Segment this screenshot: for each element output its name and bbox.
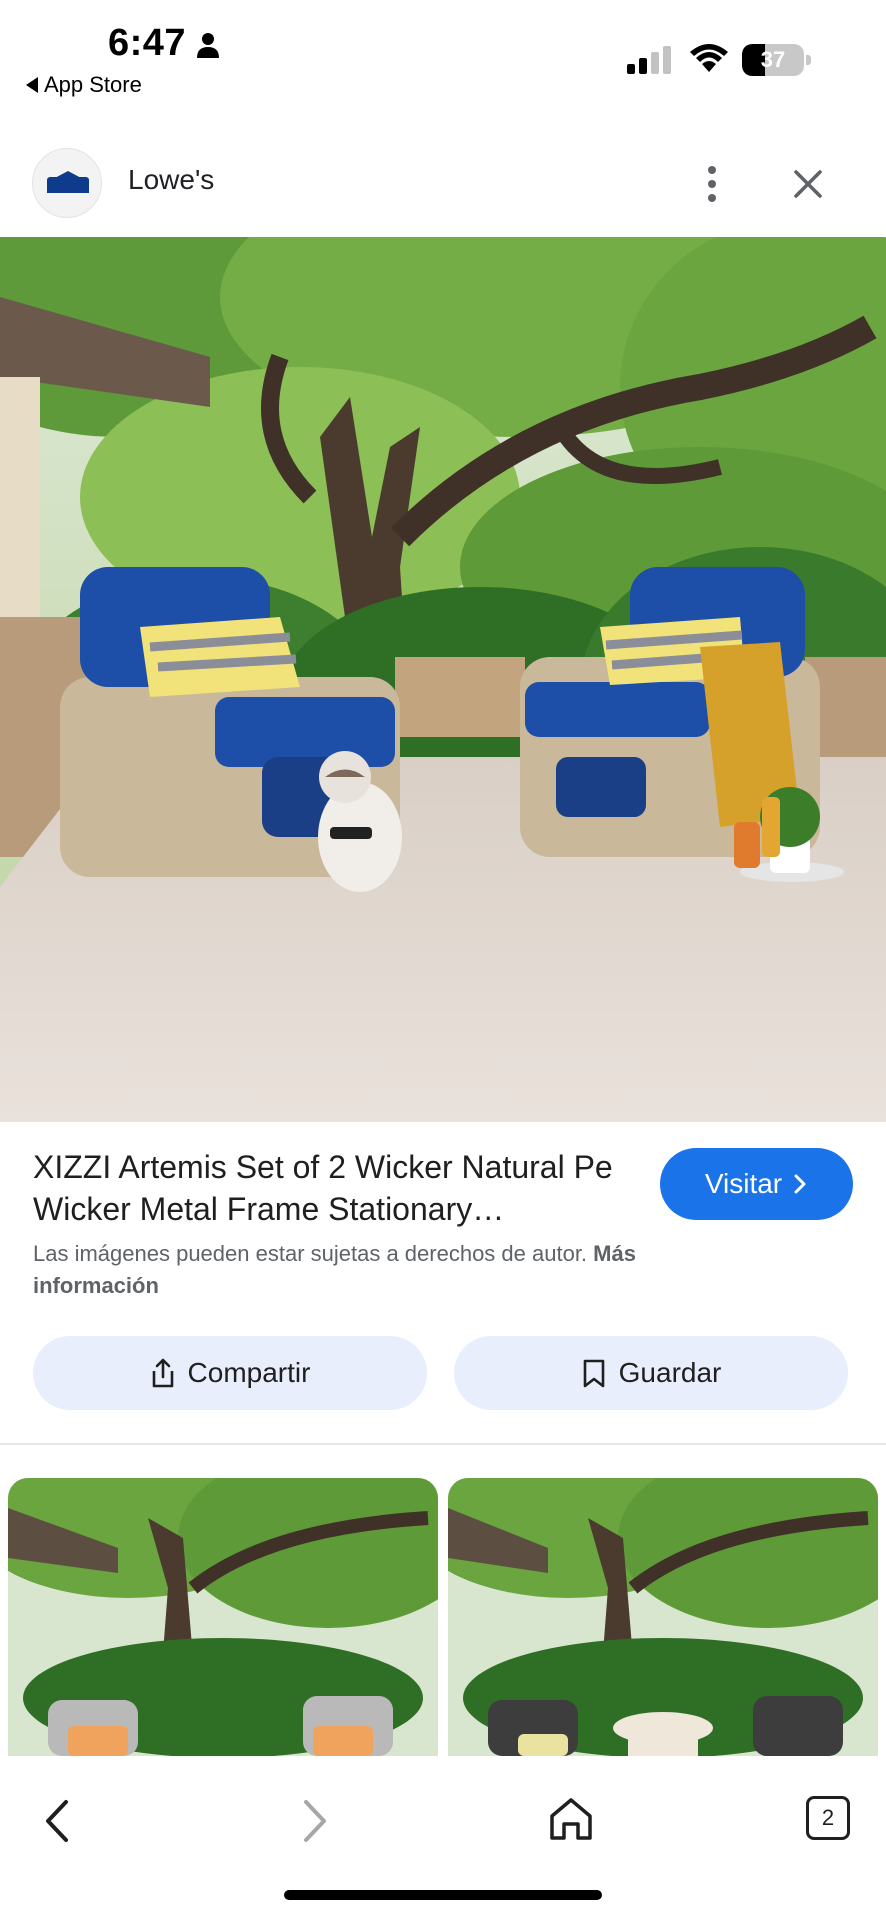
more-vertical-icon[interactable] xyxy=(700,164,724,204)
bookmark-icon xyxy=(583,1359,604,1388)
site-header: Lowe's xyxy=(0,140,886,230)
forward-arrow-icon[interactable] xyxy=(294,1796,334,1846)
patio-gray-chairs-thumbnail xyxy=(8,1478,438,1756)
status-bar: 6:47 App Store 37 xyxy=(0,0,886,110)
product-title[interactable]: XIZZI Artemis Set of 2 Wicker Natural Pe… xyxy=(33,1146,633,1230)
signal-icon xyxy=(627,46,671,74)
home-icon[interactable] xyxy=(548,1796,594,1842)
back-to-app-store-link[interactable]: App Store xyxy=(26,72,142,98)
person-icon xyxy=(197,33,219,58)
chevron-right-icon xyxy=(794,1174,806,1194)
wifi-icon xyxy=(690,44,728,72)
share-icon xyxy=(152,1358,173,1388)
back-arrow-icon[interactable] xyxy=(38,1796,78,1846)
close-icon[interactable] xyxy=(790,166,826,202)
battery-level: 37 xyxy=(760,47,786,72)
site-name[interactable]: Lowe's xyxy=(128,164,214,196)
share-button[interactable]: Compartir xyxy=(33,1336,427,1410)
save-button[interactable]: Guardar xyxy=(454,1336,848,1410)
back-triangle-icon xyxy=(26,77,38,93)
copyright-notice: Las imágenes pueden estar sujetas a dere… xyxy=(33,1238,733,1302)
visit-label: Visitar xyxy=(704,1168,783,1199)
tabs-count: 2 xyxy=(821,1805,835,1830)
tabs-icon[interactable]: 2 xyxy=(806,1796,850,1840)
patio-scene-illustration xyxy=(0,237,886,1122)
product-image[interactable] xyxy=(0,237,886,1122)
share-label: Compartir xyxy=(187,1357,311,1388)
home-indicator[interactable] xyxy=(284,1890,602,1900)
bottom-navigation: 2 xyxy=(0,1756,886,1920)
section-divider xyxy=(0,1443,886,1445)
patio-dark-chairs-thumbnail xyxy=(448,1478,878,1756)
status-time: 6:47 xyxy=(108,22,187,64)
save-label: Guardar xyxy=(618,1357,722,1388)
related-image-1[interactable] xyxy=(8,1478,438,1756)
back-app-label: App Store xyxy=(44,72,142,97)
lowes-logo-icon[interactable] xyxy=(32,148,102,218)
battery-icon: 37 xyxy=(742,44,811,76)
copyright-text: Las imágenes pueden estar sujetas a dere… xyxy=(33,1241,594,1266)
related-image-2[interactable] xyxy=(448,1478,878,1756)
visit-button[interactable]: Visitar xyxy=(660,1148,853,1220)
